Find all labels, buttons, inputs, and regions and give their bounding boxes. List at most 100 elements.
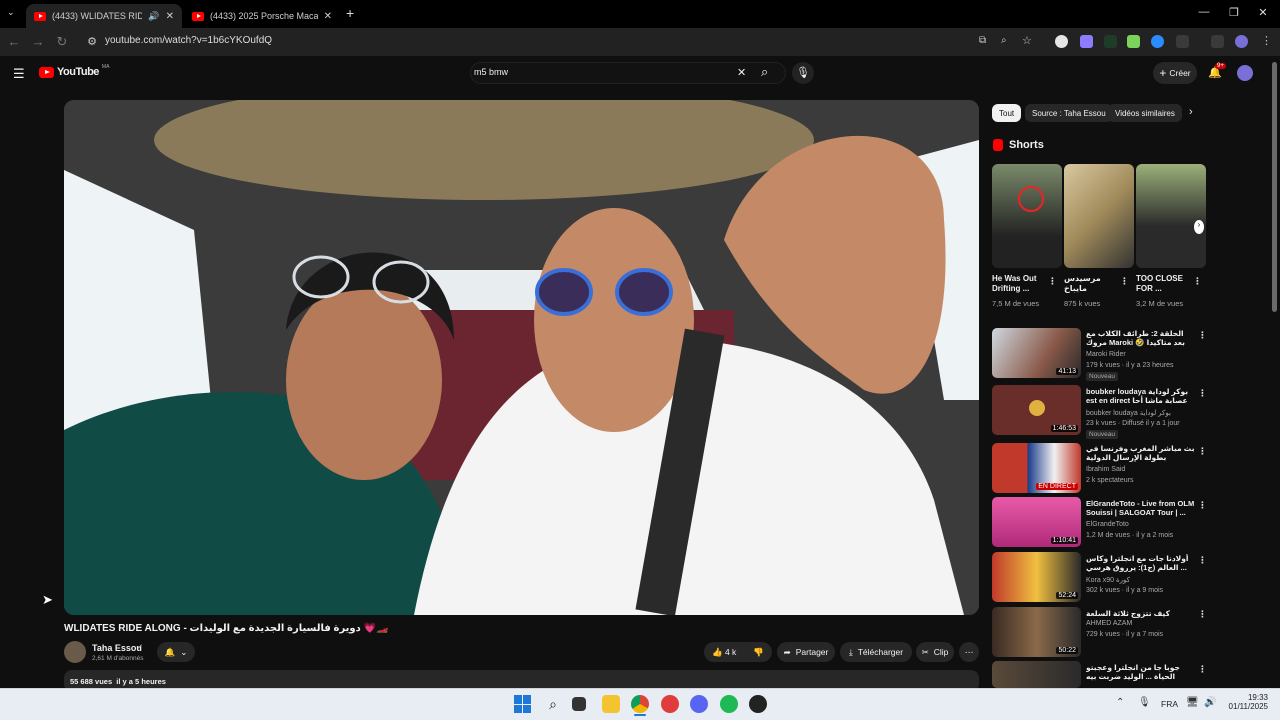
chrome-icon[interactable] [631,695,649,713]
tab-active[interactable]: (4433) WLIDATES RIDE ALONG 🔊 ✕ [26,4,182,28]
site-info-icon[interactable]: ⚙ [84,34,100,50]
back-icon[interactable]: ← [6,34,22,50]
short-menu-icon[interactable]: ⋮ [1048,276,1057,287]
zoom-icon[interactable]: ⌕ [1001,35,1007,46]
app-dark-icon[interactable] [749,695,767,713]
account-avatar[interactable] [1237,65,1253,81]
install-app-icon[interactable]: ⧉ [979,35,986,46]
video-player[interactable] [64,100,979,615]
network-icon[interactable]: 🖥 [1186,697,1199,708]
related-thumbnail-5[interactable]: 52:24 [992,552,1081,602]
clear-search-icon[interactable]: ✕ [737,66,746,79]
microphone-icon[interactable]: 🎙 [1138,697,1151,708]
related-menu-icon[interactable]: ⋮ [1198,664,1207,675]
reload-icon[interactable]: ↻ [54,34,70,50]
chip-source[interactable]: Source : Taha Essou [1025,104,1113,122]
tray-overflow-icon[interactable]: ⌃ [1116,697,1124,708]
related-thumbnail-1[interactable]: 41:13 [992,328,1081,378]
share-button[interactable]: ➦ Partager [777,642,835,662]
discord-icon[interactable] [690,695,708,713]
related-menu-icon[interactable]: ⋮ [1198,330,1207,341]
hamburger-menu-icon[interactable]: ☰ [13,66,25,82]
related-title-4[interactable]: ElGrandeToto - Live from OLM Souissi | S… [1086,499,1196,517]
short-menu-icon[interactable]: ⋮ [1193,276,1202,287]
like-button[interactable]: 👍 4 k [712,647,736,658]
browser-menu-icon[interactable]: ⋮ [1261,34,1272,47]
related-title-2[interactable]: boubker loudaya بوكر لوداية est en direc… [1086,387,1196,405]
forward-icon[interactable]: → [30,34,46,50]
restore-icon[interactable]: ❐ [1226,6,1242,19]
related-channel-2[interactable]: boubker loudaya بوكر لوداية [1086,409,1171,417]
task-view-icon[interactable] [572,697,586,711]
extension-1-icon[interactable] [1055,35,1068,48]
clock[interactable]: 19:33 01/11/2025 [1220,693,1268,711]
related-menu-icon[interactable]: ⋮ [1198,609,1207,620]
related-thumbnail-7[interactable] [992,661,1081,688]
related-title-3[interactable]: بث مباشر المغرب وفرنسا في بطولة الإرسال … [1086,444,1196,462]
app-red-icon[interactable] [661,695,679,713]
related-title-1[interactable]: الحلقة 2: طرائف الكلاب مع مروك Maroki 🤣 … [1086,329,1196,347]
download-button[interactable]: ⤓ Télécharger [840,642,912,662]
subscription-bell-button[interactable]: 🔔 ⌄ [157,642,195,662]
related-thumbnail-4[interactable]: 1:10:41 [992,497,1081,547]
tab-close-icon[interactable]: ✕ [166,11,174,22]
windows-start-icon[interactable] [514,695,532,713]
extension-4-icon[interactable] [1127,35,1140,48]
short-menu-icon[interactable]: ⋮ [1120,276,1129,287]
short-thumbnail-3[interactable]: › [1136,164,1206,268]
spotify-icon[interactable] [720,695,738,713]
related-channel-3[interactable]: Ibrahim Said [1086,466,1125,473]
dislike-button[interactable]: 👎 [753,647,764,658]
extensions-puzzle-icon[interactable] [1176,35,1189,48]
short-thumbnail-1[interactable] [992,164,1062,268]
extension-5-icon[interactable] [1151,35,1164,48]
related-menu-icon[interactable]: ⋮ [1198,388,1207,399]
related-channel-6[interactable]: AHMED AZAM [1086,620,1132,627]
tab-porsche[interactable]: (4433) 2025 Porsche Macan S - ✕ [184,4,340,28]
address-bar[interactable]: youtube.com/watch?v=1b6cYKOufdQ [105,35,272,46]
related-menu-icon[interactable]: ⋮ [1198,500,1207,511]
related-channel-1[interactable]: Maroki Rider [1086,351,1126,358]
window-close-icon[interactable]: ✕ [1255,6,1271,19]
chip-all[interactable]: Tout [992,104,1022,122]
related-title-5[interactable]: أولادنا جات مع انجلترا وكاس العالم (ج1):… [1086,554,1196,572]
extension-3-icon[interactable] [1104,35,1117,48]
related-menu-icon[interactable]: ⋮ [1198,555,1207,566]
language-indicator[interactable]: FRA [1161,699,1178,709]
voice-search-icon[interactable]: 🎙 [792,62,814,84]
chip-similar[interactable]: Vidéos similaires [1108,104,1182,122]
profile-avatar-icon[interactable] [1235,35,1248,48]
related-channel-5[interactable]: Kora x90 كورة [1086,576,1130,584]
file-explorer-icon[interactable] [602,695,620,713]
new-tab-button[interactable]: + [346,5,354,21]
related-menu-icon[interactable]: ⋮ [1198,446,1207,457]
youtube-logo[interactable]: YouTube MA [39,64,109,78]
short-thumbnail-2[interactable] [1064,164,1134,268]
channel-name[interactable]: Taha Essou [92,643,142,653]
short-title-1[interactable]: He Was Out Drifting ... [992,274,1050,296]
tab-list-chevron-icon[interactable]: ⌄ [7,7,15,18]
channel-avatar[interactable] [64,641,86,663]
bookmark-star-icon[interactable]: ☆ [1022,34,1032,47]
tab-close-icon[interactable]: ✕ [324,11,332,22]
volume-icon[interactable]: 🔊 [1204,697,1216,708]
search-input[interactable]: m5 bmw [474,67,508,77]
extension-2-icon[interactable] [1080,35,1093,48]
page-scrollbar[interactable] [1272,62,1277,312]
related-channel-4[interactable]: ElGrandeToto [1086,521,1129,528]
related-thumbnail-3[interactable]: EN DIRECT [992,443,1081,493]
related-thumbnail-2[interactable]: 1:46:53 [992,385,1081,435]
chips-next-icon[interactable]: › [1189,106,1193,118]
search-icon[interactable]: ⌕ [761,64,768,80]
minimize-icon[interactable]: — [1196,6,1212,18]
related-title-7[interactable]: جوبا جا من انجلترا وعجبتو الحياة ... الو… [1086,663,1196,681]
related-thumbnail-6[interactable]: 50:22 [992,607,1081,657]
short-title-2[interactable]: مرسيدس مايباخ [1064,274,1122,296]
reading-list-icon[interactable] [1211,35,1224,48]
more-actions-button[interactable]: ⋯ [959,642,979,662]
speaker-icon[interactable]: 🔊 [148,11,159,22]
clip-button[interactable]: ✂ Clip [916,642,954,662]
create-button[interactable]: + Créer [1153,62,1197,84]
taskbar-search-icon[interactable]: ⌕ [544,695,562,713]
short-title-3[interactable]: TOO CLOSE FOR ... [1136,274,1194,296]
